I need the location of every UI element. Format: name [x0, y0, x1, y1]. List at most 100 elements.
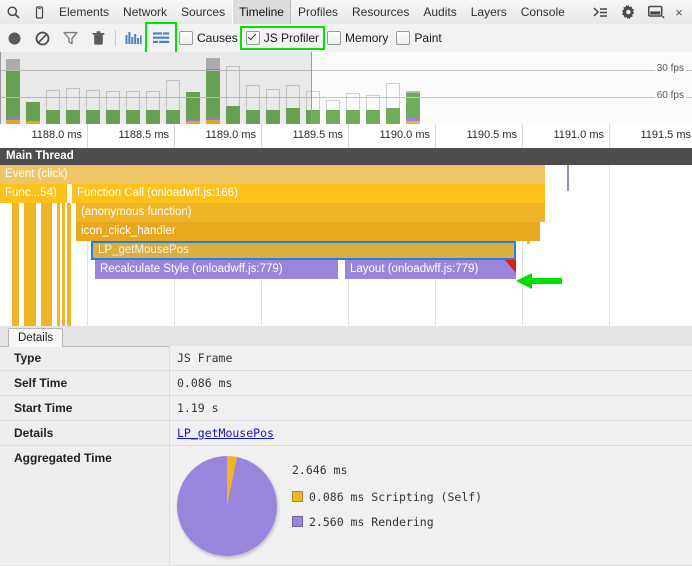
tab-sources[interactable]: Sources	[174, 0, 232, 24]
devtools-tabbar: Elements Network Sources Timeline Profil…	[0, 0, 692, 25]
details-row-label: Start Time	[14, 396, 72, 421]
devtools-window: Elements Network Sources Timeline Profil…	[0, 0, 692, 564]
details-row-label: Type	[14, 346, 41, 371]
details-row: Type JS Frame	[0, 346, 692, 371]
tab-audits[interactable]: Audits	[416, 0, 463, 24]
flame-gridline	[609, 148, 610, 326]
details-row: Self Time0.086 ms	[0, 371, 692, 396]
details-row-value: 0.086 ms	[177, 371, 232, 396]
flame-chart[interactable]: Main Thread Event (click)Func...54) Funct…	[0, 148, 692, 327]
ruler-label: 1191.5 ms	[609, 129, 691, 141]
timeline-overview[interactable]: 30 fps 60 fps	[0, 52, 692, 125]
dock-side-icon[interactable]	[642, 0, 670, 24]
layout-warning-triangle[interactable]	[505, 260, 516, 273]
legend-entry: 2.560 ms Rendering	[292, 515, 434, 529]
details-row-value: 1.19 s	[177, 396, 219, 421]
flame-bar[interactable]: Function Call (onloadwff.js:166)	[72, 184, 545, 203]
flame-sub-frame-tick[interactable]	[67, 203, 71, 326]
arrow-shaft	[532, 278, 562, 284]
details-row-value-cell: JS Frame	[169, 346, 692, 370]
checkbox-causes[interactable]: Causes	[175, 28, 242, 48]
flame-bar[interactable]: Event (click)	[0, 165, 545, 184]
checkbox-causes-label: Causes	[197, 31, 238, 45]
memory-checkbox-box[interactable]	[327, 31, 341, 45]
legend-swatch	[292, 491, 303, 502]
ruler-label: 1189.0 ms	[174, 129, 256, 141]
tab-console[interactable]: Console	[514, 0, 572, 24]
flame-bar[interactable]: Func...54)	[0, 184, 67, 203]
details-row-value-cell: LP_getMousePos	[169, 421, 692, 445]
legend-entry: 0.086 ms Scripting (Self)	[292, 490, 482, 504]
js-profiler-checkbox-box[interactable]	[246, 31, 260, 45]
legend-label: 0.086 ms Scripting (Self)	[309, 490, 482, 504]
timeline-toolbar: Causes JS Profiler Memory Paint	[0, 24, 692, 53]
tab-timeline[interactable]: Timeline	[232, 0, 291, 24]
main-thread-header: Main Thread	[0, 148, 692, 165]
pie-slices	[177, 456, 277, 556]
flame-sub-frame-tick[interactable]	[62, 203, 65, 326]
tab-profiles[interactable]: Profiles	[291, 0, 345, 24]
flame-render-tick[interactable]	[327, 260, 338, 279]
tab-layers[interactable]: Layers	[464, 0, 514, 24]
search-icon[interactable]	[0, 0, 26, 24]
flame-sub-frame-tick[interactable]	[57, 203, 60, 326]
ruler-label: 1190.0 ms	[348, 129, 430, 141]
causes-checkbox-box[interactable]	[179, 31, 193, 45]
checkbox-paint-label: Paint	[414, 31, 441, 45]
details-row: Start Time 1.19 s	[0, 396, 692, 421]
console-drawer-icon[interactable]	[586, 0, 614, 24]
flame-bar[interactable]: (anonymous function)	[76, 203, 545, 222]
tab-network[interactable]: Network	[116, 0, 174, 24]
ruler-label: 1189.5 ms	[261, 129, 343, 141]
tabbar-right-group: ×	[586, 0, 692, 24]
ruler-label: 1191.0 ms	[522, 129, 604, 141]
details-row: Aggregated Time 2.646 ms 0.086 ms Scriptin…	[0, 446, 692, 566]
arrow-head	[516, 273, 532, 289]
overview-selection-window[interactable]	[0, 52, 312, 124]
flame-bar[interactable]: Layout (onloadwff.js:779)	[345, 260, 516, 279]
details-row-label: Details	[14, 421, 53, 446]
checkbox-memory-label: Memory	[345, 31, 388, 45]
aggregated-time-pie-chart	[177, 456, 277, 556]
overview-bar	[326, 52, 340, 124]
filter-button[interactable]	[56, 24, 84, 52]
details-row: Details LP_getMousePos	[0, 421, 692, 446]
legend-label: 2.560 ms Rendering	[309, 515, 434, 529]
details-row-value: JS Frame	[177, 346, 232, 371]
device-toolbar-icon[interactable]	[26, 0, 52, 24]
chart-view-button[interactable]	[119, 24, 147, 52]
checkbox-js-profiler-label: JS Profiler	[264, 31, 319, 45]
clear-button[interactable]	[28, 24, 56, 52]
timeline-ruler: 1188.0 ms1188.5 ms1189.0 ms1189.5 ms1190…	[0, 124, 692, 149]
details-pane: Details Type JS FrameSelf Time0.086 msSta…	[0, 326, 692, 564]
checkbox-paint[interactable]: Paint	[392, 28, 445, 48]
tab-resources[interactable]: Resources	[345, 0, 416, 24]
gear-icon[interactable]	[614, 0, 642, 24]
checkbox-js-profiler[interactable]: JS Profiler	[242, 28, 323, 48]
green-arrow-annotation	[516, 273, 562, 289]
overview-bar	[366, 52, 380, 124]
tab-details[interactable]: Details	[8, 328, 63, 347]
paint-checkbox-box[interactable]	[396, 31, 410, 45]
flame-bar-selected[interactable]: LP_getMousePos	[91, 241, 516, 260]
details-row-value-cell: 2.646 ms 0.086 ms Scripting (Self) 2.560 m…	[169, 446, 692, 565]
trash-icon[interactable]	[84, 24, 112, 52]
flame-chart-view-button[interactable]	[147, 24, 175, 52]
flame-sub-frame-tick[interactable]	[12, 203, 19, 326]
details-link[interactable]: LP_getMousePos	[177, 421, 274, 446]
aggregated-total-label: 2.646 ms	[292, 463, 347, 477]
toolbar-separator	[115, 30, 116, 46]
close-icon[interactable]: ×	[670, 5, 688, 20]
ruler-label: 1190.5 ms	[435, 129, 517, 141]
flame-bar[interactable]: Recalculate Style (onloadwff.js:779)	[95, 260, 327, 279]
overview-60fps-label: 60 fps	[655, 90, 686, 101]
tab-elements[interactable]: Elements	[52, 0, 116, 24]
record-button[interactable]	[0, 24, 28, 52]
flame-sub-frame-tick[interactable]	[24, 203, 36, 326]
flame-sub-frame-tick[interactable]	[41, 203, 52, 326]
checkbox-memory[interactable]: Memory	[323, 28, 392, 48]
flame-bar[interactable]: icon_click_handler	[76, 222, 540, 241]
flame-render-tick[interactable]	[567, 165, 569, 191]
details-row-value-cell: 1.19 s	[169, 396, 692, 420]
details-row-label: Aggregated Time	[14, 446, 112, 471]
